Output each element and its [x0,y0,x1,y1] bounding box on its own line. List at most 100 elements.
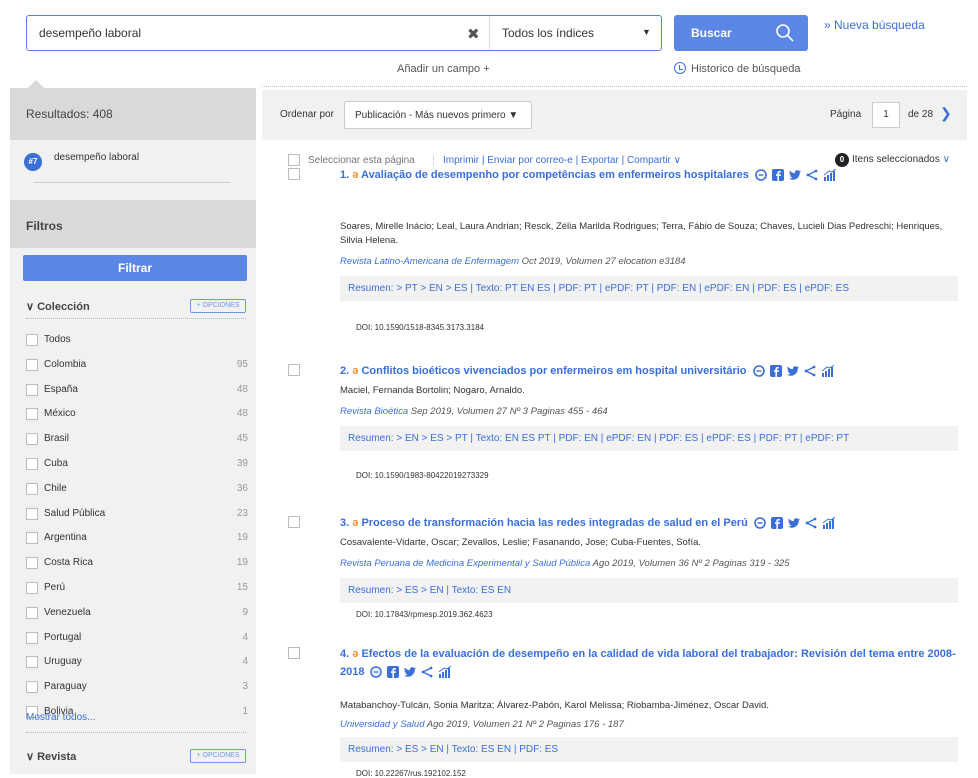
query-number-badge: #7 [24,153,42,171]
facet-item[interactable]: Costa Rica 19 [26,553,248,573]
chevron-down-icon: ∨ [26,751,38,763]
filter-button[interactable]: Filtrar [23,255,247,281]
journal-options-button[interactable]: + OPCIONES [190,749,246,763]
journal-link[interactable]: Revista Peruana de Medicina Experimental… [340,558,590,569]
query-text[interactable]: desempeño laboral [54,152,139,163]
result-title-text: Proceso de transformación hacia las rede… [361,517,748,529]
facet-checkbox[interactable] [26,334,38,346]
open-access-icon: ə [352,169,359,181]
twitter-icon[interactable] [787,517,800,529]
share-icon[interactable] [804,365,816,377]
journal-link[interactable]: Universidad y Salud [340,719,425,730]
journal-toggle[interactable]: ∨ Revista [26,750,76,763]
facet-checkbox[interactable] [26,507,38,520]
facet-label: Salud Pública [44,507,106,519]
result-title[interactable]: 2. ə Conflitos bioéticos vivenciados por… [340,362,958,380]
facet-checkbox[interactable] [26,656,38,669]
result-format-links[interactable]: Resumen: > EN > ES > PT | Texto: EN ES P… [340,426,958,451]
journal-link[interactable]: Revista Latino-Americana de Enfermagem [340,256,519,267]
facet-item[interactable]: Argentina 19 [26,528,248,548]
search-button[interactable]: Buscar [674,15,808,51]
page-input[interactable]: 1 [872,102,900,128]
facet-count: 3 [242,681,248,693]
facet-item[interactable]: Salud Pública 23 [26,504,248,524]
result-title[interactable]: 3. ə Proceso de transformación hacia las… [340,514,958,532]
result-format-links[interactable]: Resumen: > ES > EN | Texto: ES EN | PDF:… [340,737,958,762]
chevron-right-icon[interactable]: ❯ [940,105,952,122]
result-checkbox[interactable] [288,647,300,659]
facebook-icon[interactable] [387,666,400,679]
facet-item[interactable]: Chile 36 [26,479,248,499]
facet-item[interactable]: Brasil 45 [26,429,248,449]
result-checkbox[interactable] [288,168,300,180]
index-select[interactable]: Todos los índices ▼ [489,16,663,50]
facet-item[interactable]: Portugal 4 [26,628,248,648]
facet-checkbox[interactable] [26,482,38,495]
selected-count-badge: 0 [835,153,849,167]
facet-count: 95 [236,358,248,370]
facet-item[interactable]: España 48 [26,380,248,400]
share-icon[interactable] [805,517,817,529]
journal-link[interactable]: Revista Bioética [340,406,408,417]
metrics-icon[interactable] [823,169,837,182]
facet-checkbox[interactable] [26,606,38,619]
select-page-checkbox[interactable] [288,154,300,166]
facet-item[interactable]: Venezuela 9 [26,603,248,623]
facet-item[interactable]: Colombia 95 [26,355,248,375]
facet-item[interactable]: Uruguay 4 [26,652,248,672]
sort-select[interactable]: Publicación - Más nuevos primero ▼ [344,101,532,129]
facebook-icon[interactable] [770,517,783,530]
metrics-icon[interactable] [821,365,835,378]
twitter-icon[interactable] [786,365,799,377]
facebook-icon[interactable] [771,169,784,182]
clear-icon[interactable]: ✖ [467,25,480,43]
selected-items[interactable]: 0 Itens seleccionados ∨ [835,153,950,167]
search-history-link[interactable]: Historico de búsqueda [674,62,800,75]
facet-label: España [44,383,78,395]
action-links[interactable]: Imprimir | Enviar por correo-e | Exporta… [433,155,681,166]
facet-item[interactable]: Todos [26,330,248,350]
metrics-icon[interactable] [822,517,836,530]
facet-checkbox[interactable] [26,458,38,470]
facet-checkbox[interactable] [26,408,38,421]
show-all-link[interactable]: Mostrar todos... [26,712,95,723]
result-checkbox[interactable] [288,516,300,528]
twitter-icon[interactable] [788,169,801,181]
facet-item[interactable]: Cuba 39 [26,454,248,474]
search-box[interactable]: desempeño laboral ✖ Todos los índices ▼ [26,15,662,51]
facebook-icon[interactable] [769,365,782,378]
facet-checkbox[interactable] [26,681,38,694]
facet-checkbox[interactable] [26,532,38,545]
facet-checkbox[interactable] [26,582,38,594]
search-input[interactable]: desempeño laboral [39,26,141,40]
add-field-link[interactable]: Añadir un campo + [397,63,490,75]
source-details: Ago 2019, Volumen 21 Nº 2 Paginas 176 - … [426,719,624,730]
facet-checkbox[interactable] [26,383,38,396]
result-title[interactable]: 1. ə Avaliação de desempenho por competê… [340,166,958,184]
facet-item[interactable]: Perú 15 [26,578,248,598]
result-format-links[interactable]: Resumen: > ES > EN | Texto: ES EN [340,578,958,603]
source-details: Sep 2019, Volumen 27 Nº 3 Paginas 455 - … [410,406,608,417]
new-search-link[interactable]: » Nueva búsqueda [824,18,925,32]
comment-icon[interactable] [752,365,765,377]
facet-checkbox[interactable] [26,433,38,446]
facet-item[interactable]: México 48 [26,404,248,424]
facet-checkbox[interactable] [26,557,38,570]
result-title[interactable]: 4. ə Efectos de la evaluación de desempe… [340,645,958,681]
comment-icon[interactable] [370,666,383,678]
metrics-icon[interactable] [438,666,452,679]
share-icon[interactable] [806,169,818,181]
twitter-icon[interactable] [404,666,417,678]
facet-checkbox[interactable] [26,631,38,644]
collection-options-button[interactable]: + OPCIONES [190,299,246,313]
result-format-links[interactable]: Resumen: > PT > EN > ES | Texto: PT EN E… [340,276,958,301]
facet-label: Todos [44,334,71,345]
sort-bar: Ordenar por Publicación - Más nuevos pri… [262,90,967,140]
result-checkbox[interactable] [288,364,300,376]
collection-toggle[interactable]: ∨ Colección [26,300,90,313]
comment-icon[interactable] [754,517,766,529]
facet-item[interactable]: Paraguay 3 [26,677,248,697]
comment-icon[interactable] [755,169,767,181]
facet-checkbox[interactable] [26,358,38,371]
share-icon[interactable] [421,666,433,678]
